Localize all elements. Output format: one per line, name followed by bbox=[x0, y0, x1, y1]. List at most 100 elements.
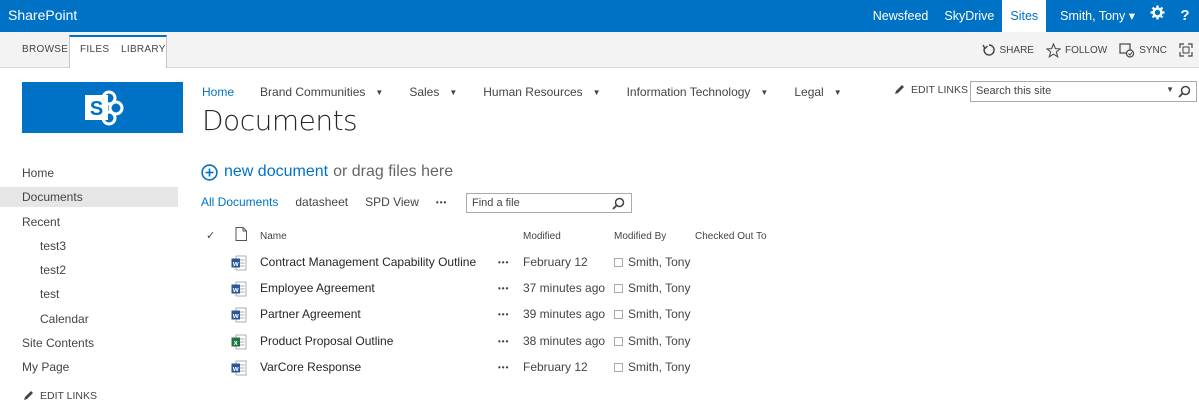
document-name-link[interactable]: Product Proposal Outline bbox=[260, 334, 393, 348]
sync-button[interactable]: SYNC bbox=[1119, 42, 1167, 58]
leftnav-home[interactable]: Home bbox=[22, 163, 54, 183]
svg-text:w: w bbox=[232, 311, 239, 320]
topnav-home[interactable]: Home bbox=[202, 85, 234, 99]
open-menu-button[interactable]: ••• bbox=[498, 337, 509, 346]
suite-link-skydrive[interactable]: SkyDrive bbox=[936, 0, 1002, 32]
tab-files[interactable]: FILES bbox=[76, 36, 113, 64]
topnav-legal[interactable]: Legal ▼ bbox=[794, 85, 841, 99]
caret-down-icon: ▼ bbox=[833, 87, 842, 97]
site-logo[interactable]: S bbox=[22, 82, 183, 133]
share-icon bbox=[981, 44, 995, 56]
topnav-label: Human Resources bbox=[483, 85, 583, 99]
table-row[interactable]: w Partner Agreement ••• 39 minutes ago Smith… bbox=[0, 302, 780, 328]
modified-by-name[interactable]: Smith, Tony bbox=[628, 281, 690, 295]
modified-by: Smith, Tony bbox=[614, 334, 690, 348]
column-header-modified-by[interactable]: Modified By bbox=[614, 231, 666, 242]
sync-label: SYNC bbox=[1139, 44, 1167, 56]
topnav-brand-communities[interactable]: Brand Communities ▼ bbox=[260, 85, 383, 99]
suite-link-newsfeed[interactable]: Newsfeed bbox=[865, 0, 937, 32]
view-datasheet[interactable]: datasheet bbox=[295, 195, 348, 209]
add-circle-icon[interactable] bbox=[201, 163, 218, 181]
help-icon[interactable]: ? bbox=[1171, 0, 1199, 32]
topnav-home-label: Home bbox=[202, 85, 235, 99]
document-name-link[interactable]: Contract Management Capability Outline bbox=[260, 255, 476, 269]
select-all-checkmark-icon[interactable]: ✓ bbox=[206, 229, 215, 242]
modified-date: February 12 bbox=[523, 255, 588, 269]
find-file-search[interactable]: Find a file bbox=[466, 193, 632, 213]
svg-text:w: w bbox=[232, 259, 239, 268]
modified-by-name[interactable]: Smith, Tony bbox=[628, 307, 690, 321]
document-name-link[interactable]: Partner Agreement bbox=[260, 307, 361, 321]
gear-icon[interactable] bbox=[1143, 0, 1171, 32]
modified-by: Smith, Tony bbox=[614, 307, 690, 321]
modified-date: 37 minutes ago bbox=[523, 281, 606, 295]
modified-by-name[interactable]: Smith, Tony bbox=[628, 334, 690, 348]
modified-date: February 12 bbox=[523, 360, 588, 374]
page-title: Documents bbox=[202, 104, 358, 137]
leftnav-recent[interactable]: Recent bbox=[22, 212, 60, 232]
document-name-link[interactable]: VarCore Response bbox=[260, 360, 361, 374]
view-all-documents[interactable]: All Documents bbox=[201, 195, 278, 209]
pencil-icon bbox=[24, 391, 33, 400]
suite-link-sites[interactable]: Sites bbox=[1002, 0, 1047, 32]
open-menu-button[interactable]: ••• bbox=[498, 310, 509, 319]
focus-on-content-icon bbox=[1179, 43, 1193, 57]
svg-text:w: w bbox=[232, 285, 239, 294]
tab-browse[interactable]: BROWSE bbox=[18, 36, 72, 64]
presence-indicator-icon bbox=[614, 283, 623, 293]
follow-button[interactable]: FOLLOW bbox=[1045, 42, 1107, 58]
new-document-link[interactable]: new document bbox=[224, 163, 328, 181]
presence-indicator-icon bbox=[614, 362, 623, 372]
edit-links-left[interactable]: EDIT LINKS bbox=[22, 390, 97, 402]
table-row[interactable]: w VarCore Response ••• February 12 Smith, To… bbox=[0, 355, 780, 381]
user-menu[interactable]: Smith, Tony ▾ bbox=[1046, 0, 1143, 32]
open-menu-button[interactable]: ••• bbox=[498, 284, 509, 293]
caret-down-icon: ▼ bbox=[449, 87, 458, 97]
open-menu-button[interactable]: ••• bbox=[498, 363, 509, 372]
document-name-link[interactable]: Employee Agreement bbox=[260, 281, 375, 295]
sharepoint-brand[interactable]: SharePoint bbox=[8, 7, 77, 23]
modified-by: Smith, Tony bbox=[614, 281, 690, 295]
suite-bar: SharePoint Newsfeed SkyDrive Sites Smith… bbox=[0, 0, 1199, 32]
open-menu-button[interactable]: ••• bbox=[498, 258, 509, 267]
share-label: SHARE bbox=[999, 44, 1034, 56]
site-search-box[interactable]: Search this site ▼ bbox=[970, 81, 1197, 102]
word-document-icon: w bbox=[231, 307, 247, 323]
new-document-bar: new document or drag files here bbox=[201, 163, 453, 181]
table-row[interactable]: x Product Proposal Outline ••• 38 minutes a… bbox=[0, 329, 780, 355]
search-icon[interactable] bbox=[612, 197, 625, 210]
modified-by-name[interactable]: Smith, Tony bbox=[628, 255, 690, 269]
edit-links-label: EDIT LINKS bbox=[911, 84, 968, 96]
leftnav-documents[interactable]: Documents bbox=[0, 187, 178, 207]
more-views-button[interactable]: ••• bbox=[436, 198, 447, 207]
logo-letter: S bbox=[90, 98, 103, 120]
word-document-icon: w bbox=[231, 255, 247, 271]
edit-links-top[interactable]: EDIT LINKS bbox=[893, 84, 968, 96]
table-row[interactable]: w Contract Management Capability Outline •… bbox=[0, 250, 780, 276]
column-header-checked-out-to[interactable]: Checked Out To bbox=[695, 231, 767, 242]
column-header-name[interactable]: Name bbox=[260, 231, 287, 242]
share-button[interactable]: SHARE bbox=[981, 43, 1034, 57]
search-scope-dropdown-icon[interactable]: ▼ bbox=[1166, 85, 1174, 94]
modified-by: Smith, Tony bbox=[614, 255, 690, 269]
search-icon[interactable] bbox=[1178, 85, 1191, 98]
edit-links-label: EDIT LINKS bbox=[40, 390, 97, 402]
topnav-label: Information Technology bbox=[626, 85, 751, 99]
modified-by-name[interactable]: Smith, Tony bbox=[628, 360, 690, 374]
view-spd-view[interactable]: SPD View bbox=[365, 195, 419, 209]
presence-indicator-icon bbox=[614, 257, 623, 267]
topnav-sales[interactable]: Sales ▼ bbox=[409, 85, 457, 99]
column-header-modified[interactable]: Modified bbox=[523, 231, 561, 242]
focus-button[interactable] bbox=[1179, 43, 1197, 57]
svg-text:w: w bbox=[232, 364, 239, 373]
pencil-icon bbox=[895, 85, 904, 94]
topnav-label: Sales bbox=[409, 85, 440, 99]
topnav-human-resources[interactable]: Human Resources ▼ bbox=[483, 85, 600, 99]
site-search-placeholder: Search this site bbox=[976, 85, 1052, 97]
tab-library[interactable]: LIBRARY bbox=[117, 36, 170, 64]
topnav-information-technology[interactable]: Information Technology ▼ bbox=[627, 85, 769, 99]
document-type-header-icon bbox=[235, 227, 247, 241]
suite-links: Newsfeed SkyDrive Sites Smith, Tony ▾ ? bbox=[865, 0, 1199, 32]
table-row[interactable]: w Employee Agreement ••• 37 minutes ago Smit… bbox=[0, 276, 780, 302]
ribbon-actions: SHARE FOLLOW SYNC bbox=[981, 32, 1199, 68]
